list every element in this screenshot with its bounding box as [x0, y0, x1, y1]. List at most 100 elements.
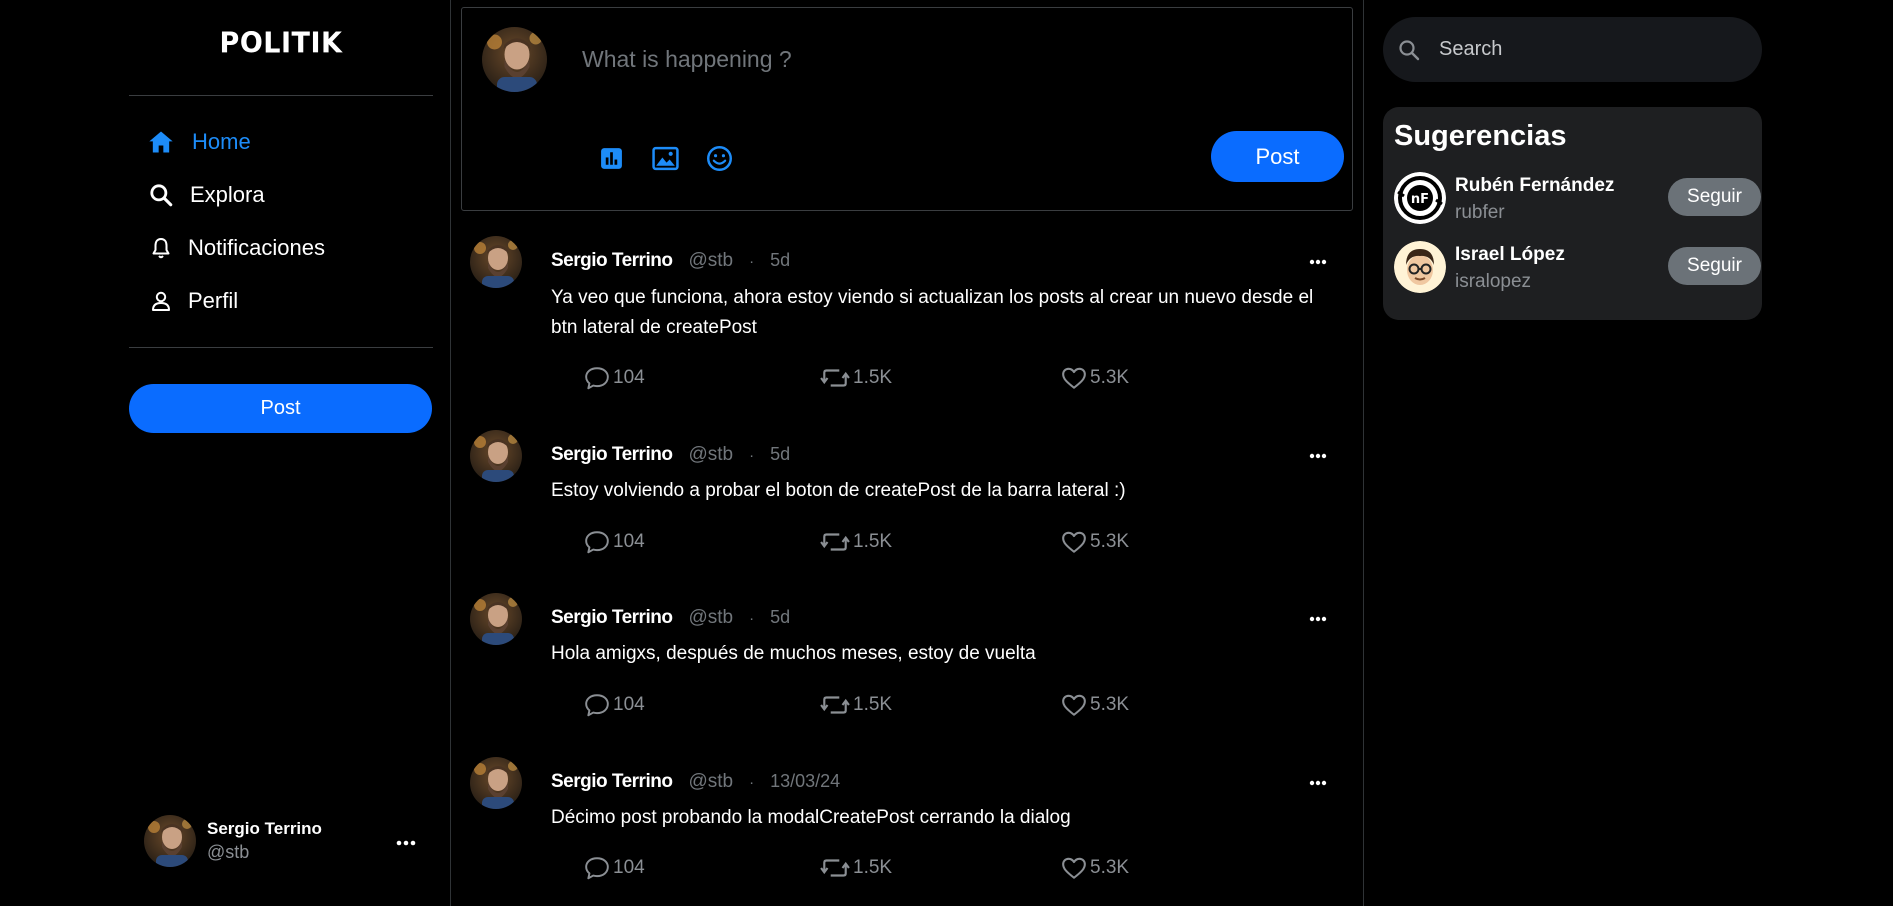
comment-icon	[585, 531, 609, 554]
follow-button[interactable]: Seguir	[1668, 178, 1761, 216]
suggestion-name: Israel López	[1455, 244, 1565, 265]
repost-button[interactable]: 1.5K	[820, 530, 892, 554]
like-count: 5.3K	[1090, 531, 1130, 552]
post-text: Estoy volviendo a probar el boton de cre…	[551, 480, 1126, 501]
avatar	[470, 593, 522, 645]
current-user-handle: @stb	[207, 842, 250, 862]
avatar: nF	[1394, 172, 1446, 224]
nav-item-label: Notificaciones	[188, 235, 325, 260]
sidebar-post-button[interactable]: Post	[129, 384, 432, 433]
composer-toolbar	[596, 143, 734, 173]
repost-button[interactable]: 1.5K	[820, 693, 892, 717]
left-sidebar: POLITIK Home Explora Notificaciones Perf…	[0, 0, 451, 906]
reply-button[interactable]: 104	[584, 693, 645, 717]
avatar	[470, 430, 522, 482]
nav-item-label: Perfil	[188, 288, 239, 313]
reply-button[interactable]: 104	[584, 366, 645, 390]
reply-count: 104	[613, 857, 645, 878]
nav-item-perfil[interactable]: Perfil	[146, 283, 238, 319]
current-user-card[interactable]: Sergio Terrino @stb	[144, 815, 424, 867]
post-author[interactable]: Sergio Terrino	[551, 250, 673, 272]
suggestions-title: Sugerencias	[1394, 120, 1567, 152]
comment-icon	[585, 367, 609, 390]
post-handle: @stb	[688, 771, 734, 792]
follow-button[interactable]: Seguir	[1668, 247, 1761, 285]
repost-button[interactable]: 1.5K	[820, 856, 892, 880]
svg-text:nF: nF	[1411, 192, 1429, 207]
post-handle: @stb	[688, 444, 734, 465]
like-count: 5.3K	[1090, 694, 1130, 715]
reply-button[interactable]: 104	[584, 856, 645, 880]
more-icon[interactable]	[396, 833, 416, 851]
post-date: 5d	[770, 444, 791, 464]
brand-logo[interactable]: POLITIK	[129, 27, 433, 60]
avatar	[482, 27, 547, 92]
repost-button[interactable]: 1.5K	[820, 366, 892, 390]
post-author[interactable]: Sergio Terrino	[551, 607, 673, 629]
post-actions: 104 1.5K 5.3K	[584, 530, 1304, 560]
post-date: 5d	[770, 250, 791, 270]
repost-count: 1.5K	[853, 531, 893, 552]
image-icon[interactable]	[650, 143, 680, 173]
sidebar-divider-bottom	[129, 347, 433, 348]
more-icon[interactable]	[1309, 446, 1327, 464]
user-icon	[146, 286, 176, 316]
reply-button[interactable]: 104	[584, 530, 645, 554]
nav-item-explora[interactable]: Explora	[146, 177, 265, 213]
bell-icon	[146, 233, 176, 263]
reply-count: 104	[613, 531, 645, 552]
repost-count: 1.5K	[853, 694, 893, 715]
more-icon[interactable]	[1309, 773, 1327, 791]
like-button[interactable]: 5.3K	[1061, 366, 1129, 390]
suggestion-item[interactable]: Israel López isralopez Seguir	[1394, 241, 1761, 293]
suggestions-panel: Sugerencias nF Rubén Fernández rubfer Se…	[1383, 107, 1762, 320]
avatar	[470, 757, 522, 809]
like-button[interactable]: 5.3K	[1061, 530, 1129, 554]
repost-icon	[820, 859, 850, 877]
post-actions: 104 1.5K 5.3K	[584, 366, 1304, 396]
main-feed: What is happening ? Post Sergio Terrino …	[451, 0, 1364, 906]
suggestion-handle: rubfer	[1455, 202, 1505, 223]
sidebar-divider-top	[129, 95, 433, 96]
like-button[interactable]: 5.3K	[1061, 856, 1129, 880]
nav-item-notificaciones[interactable]: Notificaciones	[146, 230, 325, 266]
reply-count: 104	[613, 694, 645, 715]
comment-icon	[585, 857, 609, 880]
heart-icon	[1062, 531, 1086, 553]
like-button[interactable]: 5.3K	[1061, 693, 1129, 717]
post-text: Hola amigxs, después de muchos meses, es…	[551, 643, 1036, 664]
more-icon[interactable]	[1309, 252, 1327, 270]
search-bar[interactable]	[1383, 17, 1762, 82]
home-icon	[146, 127, 176, 157]
post-actions: 104 1.5K 5.3K	[584, 856, 1304, 886]
post-handle: @stb	[688, 607, 734, 628]
repost-count: 1.5K	[853, 367, 893, 388]
post-composer: What is happening ? Post	[461, 7, 1353, 211]
like-count: 5.3K	[1090, 857, 1130, 878]
nav-item-home[interactable]: Home	[146, 124, 251, 160]
post-text: Ya veo que funciona, ahora estoy viendo …	[551, 287, 1314, 338]
repost-icon	[820, 533, 850, 551]
nav-item-label: Explora	[190, 182, 265, 207]
post-separator: ·	[749, 774, 755, 791]
composer-post-button[interactable]: Post	[1211, 131, 1344, 182]
emoji-icon[interactable]	[704, 143, 734, 173]
current-user-name: Sergio Terrino	[207, 819, 322, 838]
reply-count: 104	[613, 367, 645, 388]
suggestion-handle: isralopez	[1455, 271, 1532, 292]
post-author[interactable]: Sergio Terrino	[551, 771, 673, 793]
post-text: Décimo post probando la modalCreatePost …	[551, 807, 1071, 828]
heart-icon	[1062, 694, 1086, 716]
post-date: 13/03/24	[770, 771, 841, 791]
repost-icon	[820, 369, 850, 387]
composer-input[interactable]: What is happening ?	[582, 46, 792, 73]
post-author[interactable]: Sergio Terrino	[551, 444, 673, 466]
suggestion-item[interactable]: nF Rubén Fernández rubfer Seguir	[1394, 172, 1761, 224]
repost-icon	[820, 696, 850, 714]
search-icon	[1397, 38, 1427, 62]
poll-icon[interactable]	[596, 143, 626, 173]
search-input[interactable]	[1439, 38, 1739, 61]
post-separator: ·	[749, 610, 755, 627]
more-icon[interactable]	[1309, 609, 1327, 627]
comment-icon	[585, 694, 609, 717]
